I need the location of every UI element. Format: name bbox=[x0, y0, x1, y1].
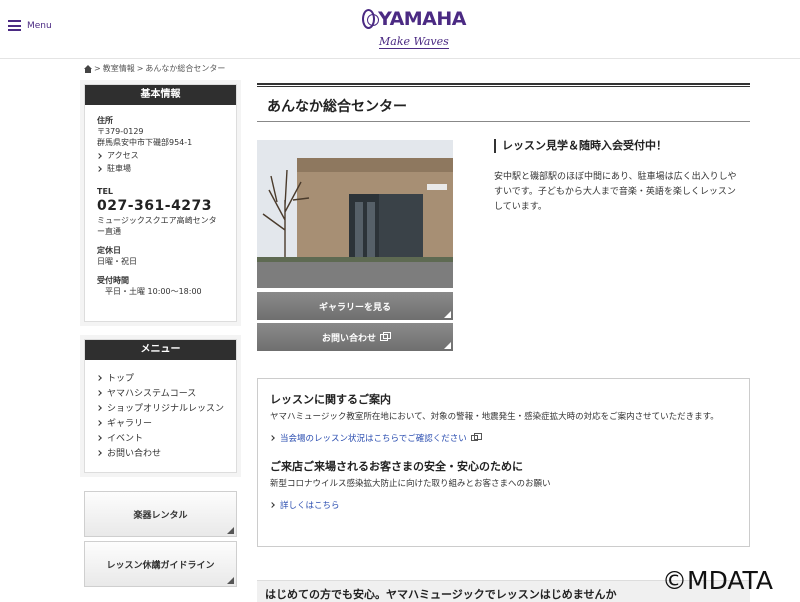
details-link[interactable]: 詳しくはこちら bbox=[269, 499, 737, 511]
menu-button[interactable]: Menu bbox=[8, 20, 52, 31]
watermark: ©MDATA bbox=[662, 566, 773, 595]
contact-button[interactable]: お問い合わせ bbox=[257, 323, 453, 351]
chevron-right-icon bbox=[269, 502, 275, 508]
page-title-bar: あんなか総合センター bbox=[257, 83, 750, 122]
store-photo bbox=[257, 140, 453, 288]
menu-panel: メニュー トップ ヤマハシステムコース ショップオリジナルレッスン ギャラリー … bbox=[84, 339, 237, 473]
tuning-fork-emblem-icon bbox=[362, 9, 380, 29]
breadcrumb: > 教室情報 > あんなか総合センター bbox=[84, 63, 225, 74]
basic-info-heading: 基本情報 bbox=[85, 85, 236, 105]
corner-arrow-icon bbox=[444, 311, 451, 318]
chevron-right-icon bbox=[96, 389, 102, 396]
gallery-button[interactable]: ギャラリーを見る bbox=[257, 292, 453, 320]
chevron-right-icon bbox=[269, 435, 275, 441]
closed-days-label: 定休日 bbox=[97, 246, 121, 255]
breadcrumb-item[interactable]: 教室情報 bbox=[103, 63, 135, 74]
page-title: あんなか総合センター bbox=[267, 99, 407, 115]
lesson-status-link[interactable]: 当会場のレッスン状況はこちらでご確認ください bbox=[269, 432, 737, 444]
brand-tagline: Make Waves bbox=[379, 35, 449, 49]
yamaha-logo[interactable]: YAMAHA Make Waves bbox=[362, 8, 466, 50]
menu-item-gallery[interactable]: ギャラリー bbox=[96, 415, 224, 430]
chevron-right-icon bbox=[96, 165, 102, 172]
promo-text: 安中駅と磯部駅のほぼ中間にあり、駐車場は広く出入りしやすいです。子どもから大人ま… bbox=[494, 172, 737, 212]
instrument-rental-button[interactable]: 楽器レンタル bbox=[84, 491, 237, 537]
menu-heading: メニュー bbox=[85, 340, 236, 360]
chevron-right-icon bbox=[96, 434, 102, 441]
tel-number[interactable]: 027-361-4273 bbox=[97, 197, 224, 215]
chevron-right-icon bbox=[96, 449, 102, 456]
external-window-icon bbox=[470, 433, 482, 441]
notice-text-lessons: ヤマハミュージック教室所在地において、対象の警報・地震発生・感染症拡大時の対応を… bbox=[270, 412, 719, 422]
notice-heading-safety: ご来店ご来場されるお客さまの安全・安心のために bbox=[270, 460, 523, 473]
parking-link[interactable]: 駐車場 bbox=[96, 163, 224, 174]
hamburger-icon bbox=[8, 20, 21, 31]
tel-note: ミュージックスクエア高崎センター直通 bbox=[97, 216, 217, 236]
postal-code: 〒379-0129 bbox=[97, 127, 144, 136]
chevron-right-icon bbox=[96, 419, 102, 426]
corner-arrow-icon bbox=[444, 342, 451, 349]
chevron-right-icon bbox=[96, 152, 102, 159]
business-hours: 平日・土曜 10:00〜18:00 bbox=[105, 287, 202, 296]
menu-item-top[interactable]: トップ bbox=[96, 370, 224, 385]
menu-item-system-course[interactable]: ヤマハシステムコース bbox=[96, 385, 224, 400]
breadcrumb-current: あんなか総合センター bbox=[145, 64, 226, 73]
lesson-notice-box: レッスンに関するご案内 ヤマハミュージック教室所在地において、対象の警報・地震発… bbox=[257, 378, 750, 547]
corner-arrow-icon bbox=[227, 527, 234, 534]
corner-arrow-icon bbox=[227, 577, 234, 584]
menu-item-contact[interactable]: お問い合わせ bbox=[96, 445, 224, 460]
address-text: 群馬県安中市下磯部954-1 bbox=[97, 138, 193, 147]
tel-label: TEL bbox=[97, 187, 114, 196]
header-divider bbox=[0, 58, 800, 59]
closed-days: 日曜・祝日 bbox=[97, 257, 137, 266]
home-icon[interactable] bbox=[84, 64, 92, 73]
menu-label: Menu bbox=[27, 20, 52, 31]
chevron-right-icon bbox=[96, 404, 102, 411]
menu-item-event[interactable]: イベント bbox=[96, 430, 224, 445]
address-label: 住所 bbox=[97, 116, 113, 125]
lesson-guideline-button[interactable]: レッスン休講ガイドライン bbox=[84, 541, 237, 587]
external-window-icon bbox=[380, 331, 391, 341]
hours-label: 受付時間 bbox=[97, 276, 129, 285]
basic-info-panel: 基本情報 住所 〒379-0129 群馬県安中市下磯部954-1 アクセス 駐車… bbox=[84, 84, 237, 322]
menu-item-original-lesson[interactable]: ショップオリジナルレッスン bbox=[96, 400, 224, 415]
promo-heading: レッスン見学＆随時入会受付中！ bbox=[494, 139, 667, 153]
brand-name: YAMAHA bbox=[378, 8, 466, 30]
chevron-right-icon bbox=[96, 374, 102, 381]
notice-heading-lessons: レッスンに関するご案内 bbox=[270, 393, 391, 406]
notice-text-safety: 新型コロナウイルス感染拡大防止に向けた取り組みとお客さまへのお願い bbox=[270, 479, 551, 489]
access-link[interactable]: アクセス bbox=[96, 150, 224, 161]
